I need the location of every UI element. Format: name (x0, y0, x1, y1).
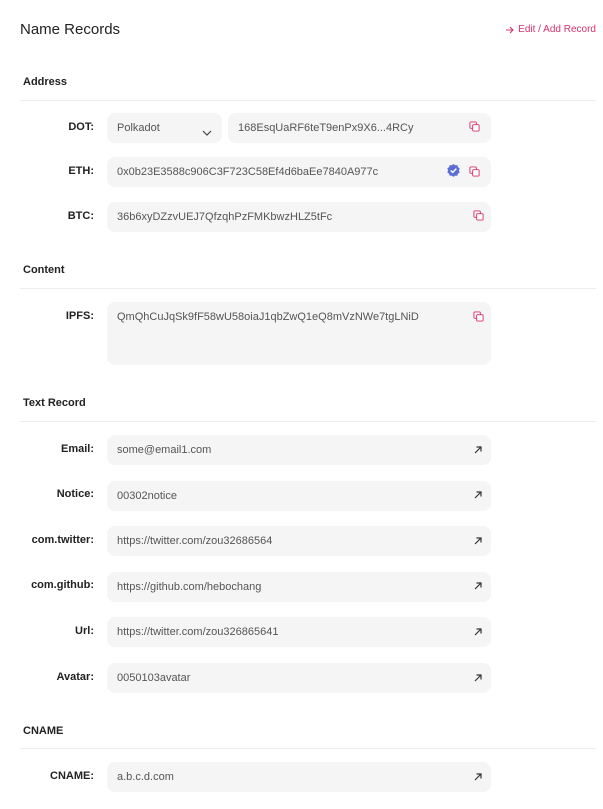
email-field[interactable]: some@email1.com (107, 435, 491, 465)
notice-field[interactable]: 00302notice (107, 481, 491, 511)
arrow-up-right-icon[interactable] (473, 627, 483, 637)
eth-address-field[interactable]: 0x0b23E3588c906C3F723C58Ef4d6baEe7840A97… (107, 157, 491, 187)
ipfs-label: IPFS: (65, 310, 94, 322)
section-title-content: Content (23, 264, 65, 276)
avatar-value: 0050103avatar (117, 672, 191, 684)
page-title: Name Records (20, 21, 121, 38)
arrow-up-right-icon[interactable] (473, 581, 483, 591)
email-label: Email: (60, 443, 94, 455)
divider (20, 748, 596, 749)
dot-address-value: 168EsqUaRF6teT9enPx9X6...4RCy (238, 122, 414, 134)
section-title-cname: CNAME (23, 725, 64, 737)
avatar-field[interactable]: 0050103avatar (107, 663, 491, 693)
copy-icon[interactable] (473, 311, 484, 322)
divider (20, 100, 596, 101)
btc-label: BTC: (67, 210, 94, 222)
github-label: com.github: (31, 579, 94, 591)
ipfs-value: QmQhCuJqSk9fF58wU58oiaJ1qbZwQ1eQ8mVzNWe7… (117, 311, 419, 323)
cname-value: a.b.c.d.com (117, 771, 174, 783)
section-title-address: Address (23, 76, 68, 88)
notice-label: Notice: (56, 488, 94, 500)
btc-address-value: 36b6xyDZzvUEJ7QfzqhPzFMKbwzHLZ5tFc (117, 211, 333, 223)
divider (20, 421, 596, 422)
github-value: https://github.com/hebochang (117, 581, 262, 593)
chevron-down-icon (202, 124, 212, 136)
eth-address-value: 0x0b23E3588c906C3F723C58Ef4d6baEe7840A97… (117, 166, 379, 178)
copy-icon[interactable] (469, 121, 480, 132)
ipfs-field[interactable]: QmQhCuJqSk9fF58wU58oiaJ1qbZwQ1eQ8mVzNWe7… (107, 302, 491, 365)
avatar-label: Avatar: (56, 671, 95, 683)
url-field[interactable]: https://twitter.com/zou326865641 (107, 617, 491, 647)
dot-address-field[interactable]: 168EsqUaRF6teT9enPx9X6...4RCy (228, 113, 491, 143)
arrow-up-right-icon[interactable] (473, 490, 483, 500)
section-title-text-record: Text Record (23, 397, 86, 409)
divider (20, 288, 596, 289)
copy-icon[interactable] (473, 210, 484, 221)
twitter-label: com.twitter: (31, 534, 94, 546)
arrow-right-icon (505, 25, 515, 35)
arrow-up-right-icon[interactable] (473, 445, 483, 455)
notice-value: 00302notice (117, 490, 177, 502)
edit-add-record-label: Edit / Add Record (518, 24, 596, 35)
arrow-up-right-icon[interactable] (473, 673, 483, 683)
github-field[interactable]: https://github.com/hebochang (107, 572, 491, 602)
verified-badge-icon (446, 163, 461, 178)
network-select-value: Polkadot (117, 122, 160, 134)
url-value: https://twitter.com/zou326865641 (117, 626, 279, 638)
email-value: some@email1.com (117, 444, 212, 456)
dot-label: DOT: (68, 121, 94, 133)
url-label: Url: (75, 625, 94, 637)
twitter-value: https://twitter.com/zou32686564 (117, 535, 273, 547)
cname-label: CNAME: (50, 770, 94, 782)
arrow-up-right-icon[interactable] (473, 536, 483, 546)
records-header: Name Records Edit / Add Record (20, 21, 596, 41)
arrow-up-right-icon[interactable] (473, 772, 483, 782)
edit-add-record-link[interactable]: Edit / Add Record (505, 23, 596, 37)
twitter-field[interactable]: https://twitter.com/zou32686564 (107, 526, 491, 556)
network-select[interactable]: Polkadot (107, 113, 222, 143)
cname-field[interactable]: a.b.c.d.com (107, 762, 491, 792)
btc-address-field[interactable]: 36b6xyDZzvUEJ7QfzqhPzFMKbwzHLZ5tFc (107, 202, 491, 232)
copy-icon[interactable] (469, 166, 480, 177)
eth-label: ETH: (68, 165, 94, 177)
